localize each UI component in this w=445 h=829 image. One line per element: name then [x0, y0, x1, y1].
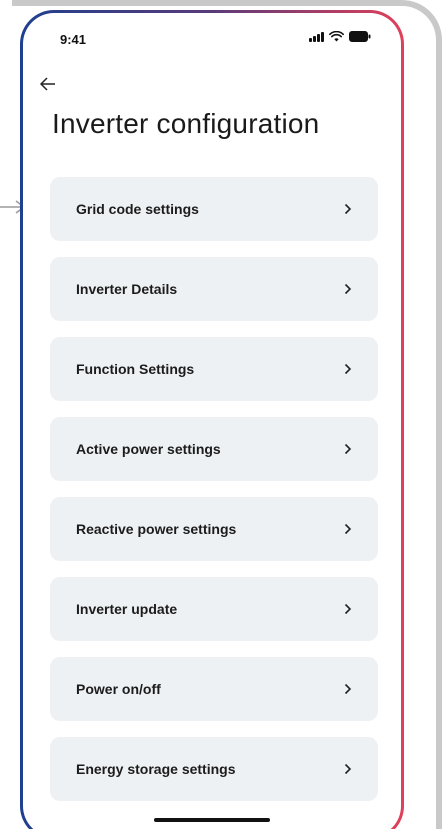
menu-item-inverter-update[interactable]: Inverter update	[50, 577, 378, 641]
page-title: Inverter configuration	[52, 108, 320, 139]
menu-item-label: Energy storage settings	[76, 761, 236, 777]
menu-item-function-settings[interactable]: Function Settings	[50, 337, 378, 401]
chevron-right-icon	[344, 363, 352, 375]
chevron-right-icon	[344, 523, 352, 535]
phone-screen: 9:41 Inverter configuration Grid code se…	[23, 13, 401, 829]
menu-item-label: Reactive power settings	[76, 521, 237, 537]
arrow-left-icon	[40, 77, 55, 91]
chevron-right-icon	[344, 443, 352, 455]
menu-item-inverter-details[interactable]: Inverter Details	[50, 257, 378, 321]
menu-item-grid-code-settings[interactable]: Grid code settings	[50, 177, 378, 241]
home-indicator[interactable]	[154, 818, 270, 822]
menu-item-active-power-settings[interactable]: Active power settings	[50, 417, 378, 481]
chevron-right-icon	[344, 683, 352, 695]
phone-frame: 9:41 Inverter configuration Grid code se…	[20, 10, 404, 829]
menu-item-label: Active power settings	[76, 441, 221, 457]
menu-item-label: Grid code settings	[76, 201, 199, 217]
menu-item-label: Power on/off	[76, 681, 161, 697]
menu-item-power-on-off[interactable]: Power on/off	[50, 657, 378, 721]
chevron-right-icon	[344, 283, 352, 295]
back-button[interactable]	[35, 71, 61, 97]
menu-item-label: Function Settings	[76, 361, 195, 377]
menu-item-label: Inverter Details	[76, 281, 178, 297]
chevron-right-icon	[344, 763, 352, 775]
menu-item-energy-storage-settings[interactable]: Energy storage settings	[50, 737, 378, 801]
battery-icon	[349, 31, 371, 42]
chevron-right-icon	[344, 203, 352, 215]
status-icons	[309, 31, 371, 42]
menu-item-label: Inverter update	[76, 601, 178, 617]
wifi-icon	[329, 31, 344, 42]
signal-icon	[309, 31, 324, 42]
chevron-right-icon	[344, 603, 352, 615]
menu-item-reactive-power-settings[interactable]: Reactive power settings	[50, 497, 378, 561]
page: 9:41 Inverter configuration Grid code se…	[0, 0, 445, 829]
settings-menu: Grid code settings Inverter Details Func…	[50, 177, 378, 817]
status-bar: 9:41	[23, 13, 401, 59]
status-time: 9:41	[60, 32, 87, 47]
